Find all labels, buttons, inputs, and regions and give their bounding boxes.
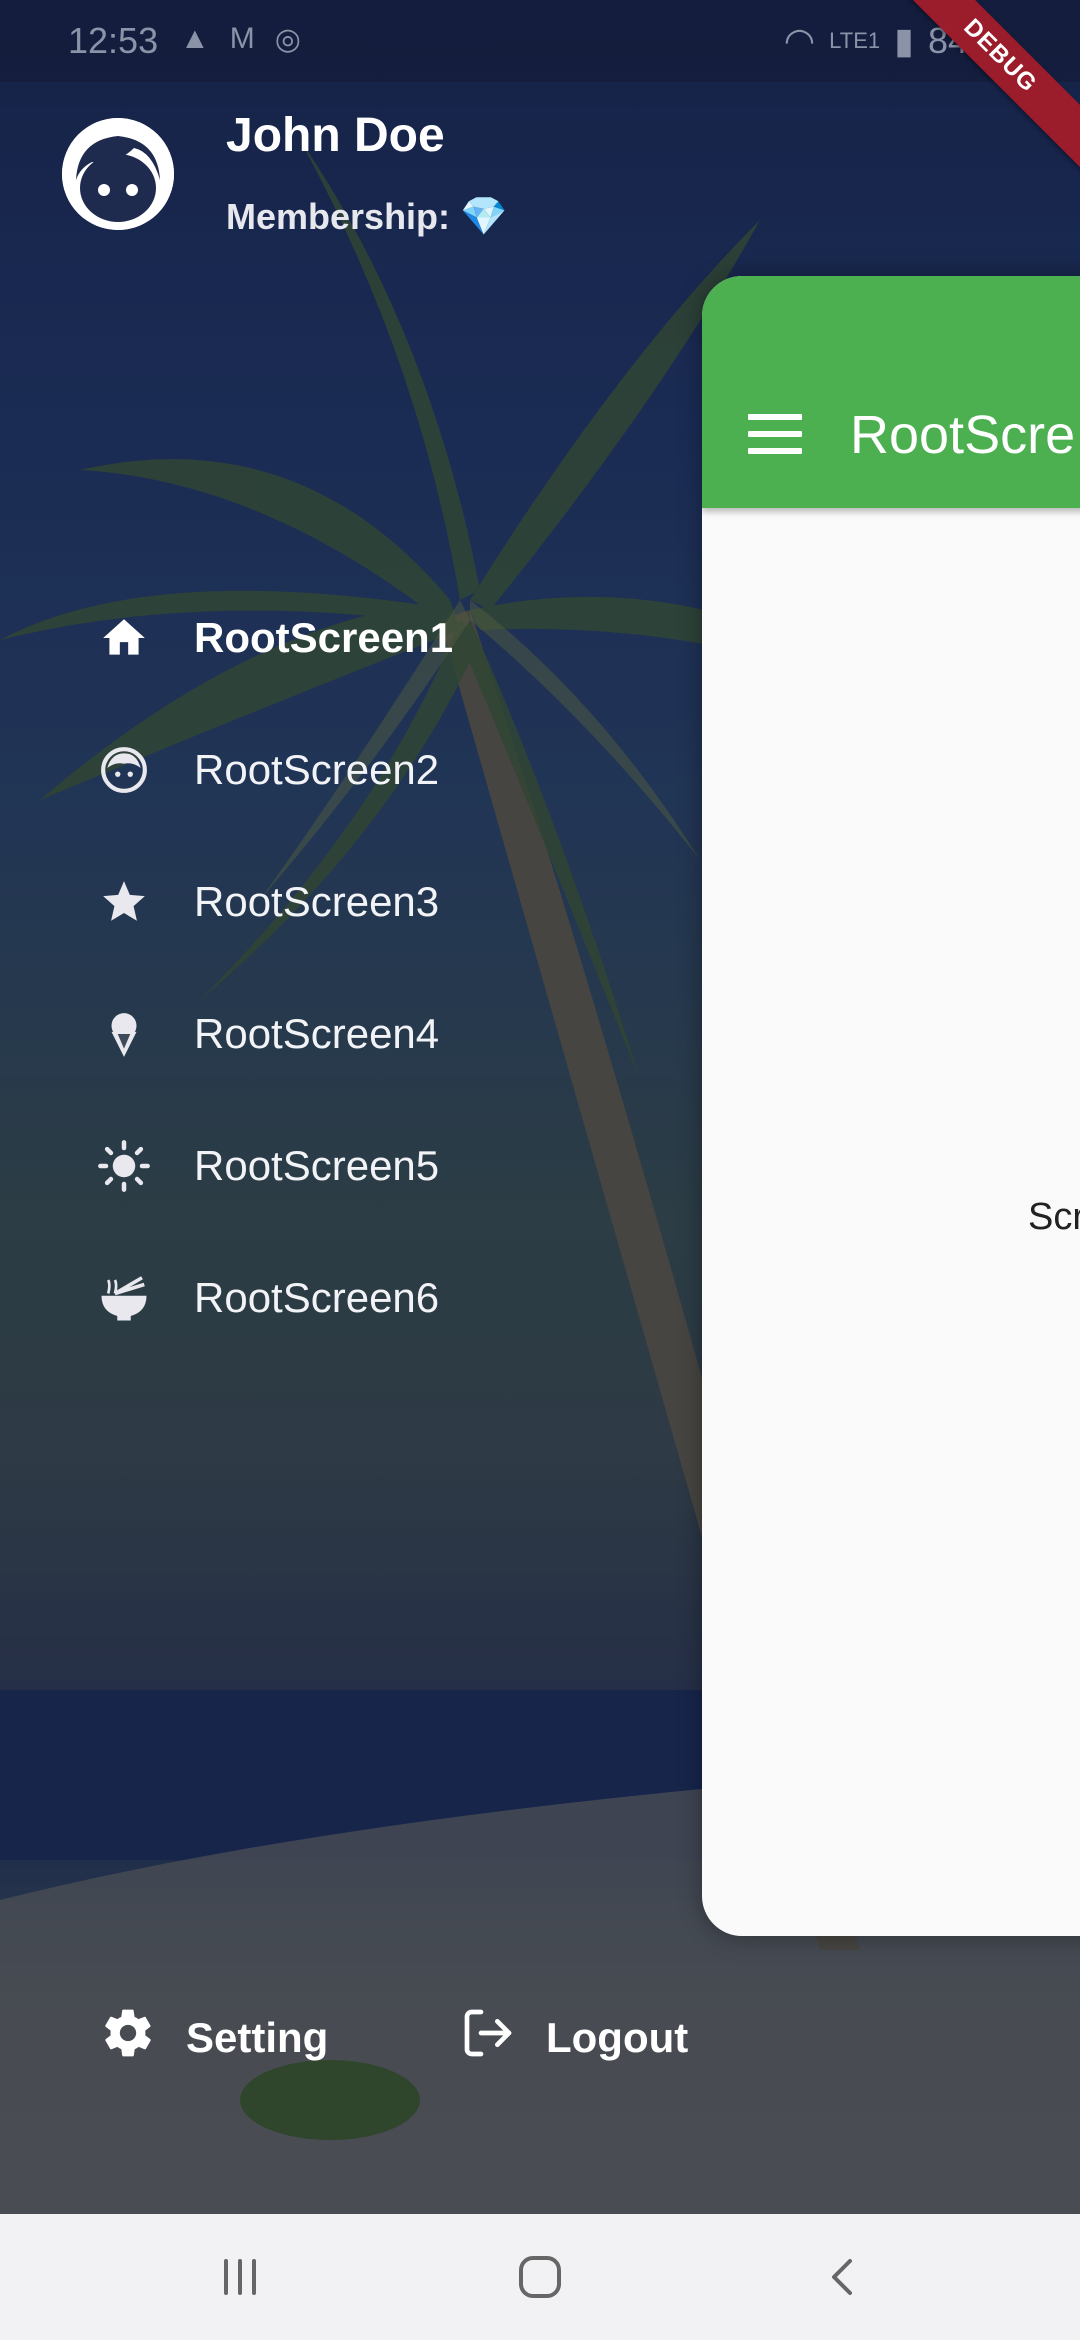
signal-icon: ▮ [894, 20, 914, 61]
screen-body-text: Scr [1028, 1196, 1080, 1238]
home-icon [96, 610, 152, 666]
avatar[interactable] [62, 118, 174, 230]
membership-label: Membership: [226, 196, 451, 237]
content-card[interactable]: RootScre Scr [702, 276, 1080, 1936]
back-button[interactable] [804, 2244, 884, 2310]
menu-item-label: RootScreen6 [194, 1274, 440, 1321]
notification-icon: ▲ [180, 22, 210, 55]
status-notification-icons: ▲ M ◎ [180, 22, 301, 57]
status-bar: 12:53 ▲ M ◎ ◠ LTE1 ▮ 84% [0, 0, 1080, 82]
ramen-bowl-icon [96, 1270, 152, 1326]
user-name: John Doe [226, 109, 445, 162]
menu-item-label: RootScreen5 [194, 1142, 440, 1189]
setting-label: Setting [186, 2014, 329, 2061]
app-icon: ◎ [274, 23, 301, 56]
app-bar: RootScre [702, 276, 1080, 508]
app-bar-title: RootScre [850, 405, 1076, 465]
menu-item-rootscreen1[interactable]: RootScreen1 [96, 572, 453, 704]
logout-icon [460, 2005, 516, 2071]
ice-cream-icon [96, 1006, 152, 1062]
menu-item-label: RootScreen4 [194, 1010, 440, 1057]
status-time: 12:53 [68, 20, 159, 61]
membership-row: Membership: 💎 [226, 195, 507, 239]
menu-item-rootscreen6[interactable]: RootScreen6 [96, 1232, 453, 1364]
menu-icon[interactable] [748, 414, 802, 454]
menu-item-label: RootScreen1 [194, 614, 454, 661]
face-avatar-icon [62, 118, 174, 230]
face-icon [96, 742, 152, 798]
recent-apps-button[interactable] [200, 2244, 280, 2310]
gear-icon [100, 2005, 156, 2071]
wifi-icon: ◠ [783, 20, 816, 61]
logout-button[interactable]: Logout [460, 2005, 688, 2071]
menu-item-rootscreen5[interactable]: RootScreen5 [96, 1100, 453, 1232]
menu-item-label: RootScreen3 [194, 878, 440, 925]
screen: 12:53 ▲ M ◎ ◠ LTE1 ▮ 84% DEBUG John Doe … [0, 0, 1080, 2340]
drawer-menu: RootScreen1 RootScreen2 RootScreen3 Root… [96, 572, 453, 1364]
menu-item-rootscreen3[interactable]: RootScreen3 [96, 836, 453, 968]
sun-icon [96, 1138, 152, 1194]
logout-label: Logout [546, 2014, 689, 2061]
star-icon [96, 874, 152, 930]
diamond-icon: 💎 [460, 196, 508, 238]
system-nav-bar [0, 2214, 1080, 2340]
menu-item-label: RootScreen2 [194, 746, 440, 793]
lte-icon: LTE1 [829, 28, 881, 53]
setting-button[interactable]: Setting [100, 2005, 328, 2071]
menu-item-rootscreen2[interactable]: RootScreen2 [96, 704, 453, 836]
home-button[interactable] [500, 2244, 580, 2310]
mail-icon: M [229, 22, 255, 55]
menu-item-rootscreen4[interactable]: RootScreen4 [96, 968, 453, 1100]
